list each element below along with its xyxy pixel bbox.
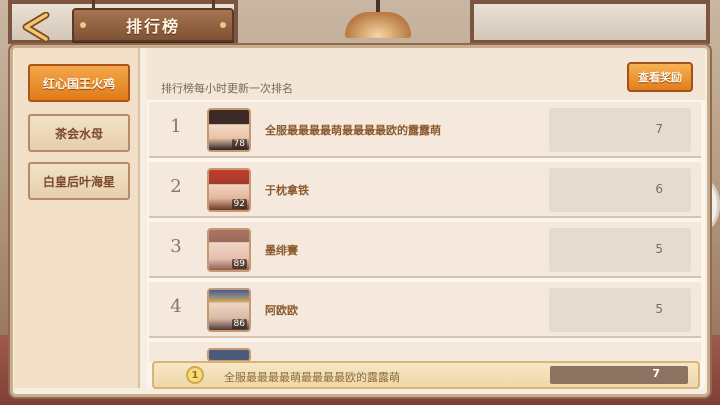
rank-number: 3 [170, 236, 182, 257]
table-row[interactable]: 3 89 墨绯賽 5 [149, 222, 701, 278]
player-name: 全服最最最最萌最最最最欧的露露萌 [265, 124, 441, 137]
category-sidebar: 红心国王火鸡 茶会水母 白皇后叶海星 [14, 48, 140, 388]
sidebar-item-label: 红心国王火鸡 [42, 76, 115, 91]
table-row[interactable]: 4 86 阿欧欧 5 [149, 282, 701, 338]
sidebar-item-tea-party-jellyfish[interactable]: 茶会水母 [28, 114, 130, 152]
my-rank-bar: 1 全服最最最最萌最最最最欧的露露萌 7 [152, 361, 700, 389]
rank-number: 1 [170, 116, 182, 137]
sidebar-item-label: 茶会水母 [54, 126, 103, 141]
player-score: 5 [655, 302, 663, 316]
sidebar-item-white-queen-seadragon[interactable]: 白皇后叶海星 [28, 162, 130, 200]
page-title-plank: 排行榜 [72, 8, 234, 42]
view-rewards-button[interactable]: 查看奖励 [627, 62, 693, 92]
player-score: 5 [655, 242, 663, 256]
player-avatar [207, 348, 251, 362]
score-box: 5 [549, 228, 691, 272]
player-score: 7 [655, 122, 663, 136]
player-level: 86 [231, 319, 247, 329]
table-row[interactable]: 1 78 全服最最最最萌最最最最欧的露露萌 7 [149, 102, 701, 158]
sidebar-item-red-heart-king-turkey[interactable]: 红心国王火鸡 [28, 64, 130, 102]
score-box: 6 [549, 168, 691, 212]
score-box: 7 [549, 108, 691, 152]
player-avatar: 78 [207, 108, 251, 152]
sidebar-item-label: 白皇后叶海星 [42, 174, 115, 189]
my-player-name: 全服最最最最萌最最最最欧的露露萌 [224, 371, 400, 384]
ranking-header: 排行榜每小时更新一次排名 查看奖励 [147, 48, 705, 100]
my-rank-number: 1 [191, 369, 199, 381]
page-title: 排行榜 [125, 17, 180, 36]
background-window-right [470, 0, 710, 44]
back-arrow-icon [22, 12, 50, 42]
player-avatar: 86 [207, 288, 251, 332]
player-level: 92 [231, 199, 247, 209]
table-row[interactable]: 2 92 于枕拿铁 6 [149, 162, 701, 218]
my-score-box: 7 [550, 366, 688, 384]
view-rewards-label: 查看奖励 [638, 71, 682, 84]
back-button[interactable] [12, 10, 64, 44]
nail-icon [80, 22, 86, 28]
player-name: 于枕拿铁 [265, 184, 309, 197]
table-row[interactable] [149, 342, 701, 362]
rank-medal-icon: 1 [186, 366, 204, 384]
player-score: 6 [655, 182, 663, 196]
update-info-text: 排行榜每小时更新一次排名 [161, 82, 293, 95]
nail-icon [220, 22, 226, 28]
rank-number: 2 [170, 176, 182, 197]
player-level: 89 [231, 259, 247, 269]
rank-number: 4 [170, 296, 182, 317]
player-level: 78 [231, 139, 247, 149]
player-name: 阿欧欧 [265, 304, 298, 317]
player-avatar: 89 [207, 228, 251, 272]
player-avatar: 92 [207, 168, 251, 212]
ranking-content: 排行榜每小时更新一次排名 查看奖励 1 78 全服最最最最萌最最最最欧的露露萌 … [147, 48, 705, 388]
score-box: 5 [549, 288, 691, 332]
player-name: 墨绯賽 [265, 244, 298, 257]
ceiling-lamp [345, 0, 411, 38]
my-score: 7 [652, 367, 660, 380]
